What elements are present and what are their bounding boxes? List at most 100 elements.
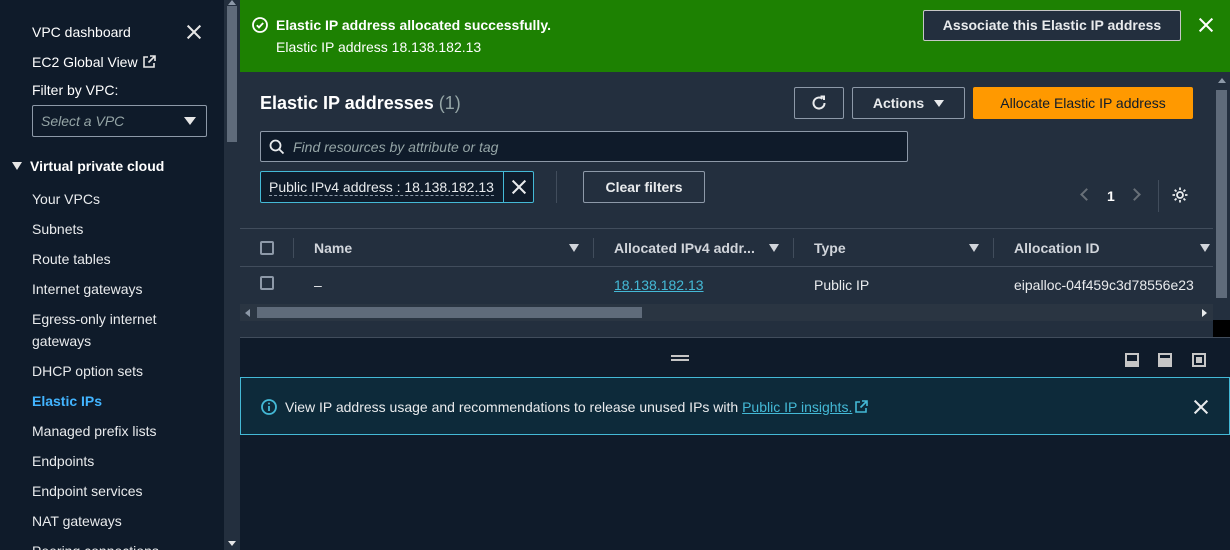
cell-name: –	[314, 277, 322, 293]
table-horizontal-scrollbar[interactable]	[240, 304, 1213, 321]
success-check-icon	[252, 17, 268, 33]
close-sidebar-icon[interactable]	[186, 24, 202, 40]
search-icon	[269, 139, 285, 155]
page-title: Elastic IP addresses (1)	[260, 93, 461, 114]
sidebar-item-peering-connections[interactable]: Peering connections	[32, 540, 159, 550]
split-panel-bar	[240, 337, 1230, 377]
sort-icon[interactable]	[769, 244, 779, 252]
filter-token-divider	[503, 172, 504, 202]
sidebar-item-route-tables[interactable]: Route tables	[32, 248, 111, 270]
cell-allocation-id: eipalloc-04f459c3d78556e23	[1014, 277, 1194, 293]
remove-filter-icon[interactable]	[512, 180, 526, 194]
sidebar-item-vpc-dashboard[interactable]: VPC dashboard	[32, 22, 131, 42]
sort-icon[interactable]	[569, 244, 579, 252]
caret-down-icon	[934, 100, 945, 107]
table-header: Name Allocated IPv4 addr... Type Allocat…	[240, 228, 1213, 267]
scroll-right-icon[interactable]	[1202, 309, 1207, 317]
refresh-button[interactable]	[794, 87, 844, 119]
sidebar-item-elastic-ips[interactable]: Elastic IPs	[32, 390, 102, 412]
cell-type: Public IP	[814, 277, 870, 293]
split-bottom-icon[interactable]	[1125, 353, 1139, 367]
scroll-up-icon[interactable]	[1218, 78, 1226, 83]
success-flash-banner: Elastic IP address allocated successfull…	[240, 0, 1230, 72]
panel-vertical-scrollbar[interactable]	[1213, 72, 1230, 304]
info-banner-message: View IP address usage and recommendation…	[285, 399, 739, 415]
table-row[interactable]: – 18.138.182.13 Public IP eipalloc-04f45…	[240, 267, 1213, 303]
divider	[556, 171, 557, 203]
associate-elastic-ip-button[interactable]: Associate this Elastic IP address	[923, 10, 1181, 41]
scroll-left-icon[interactable]	[245, 309, 250, 317]
section-title: Virtual private cloud	[30, 158, 165, 174]
actions-label: Actions	[872, 95, 925, 111]
external-link-icon[interactable]	[854, 400, 869, 414]
scroll-up-icon[interactable]	[228, 0, 236, 5]
sidebar-item-managed-prefix-lists[interactable]: Managed prefix lists	[32, 420, 157, 442]
column-divider	[793, 238, 794, 258]
info-banner: View IP address usage and recommendation…	[240, 377, 1230, 435]
resize-handle-icon[interactable]	[671, 355, 689, 361]
split-full-icon[interactable]	[1192, 353, 1206, 367]
column-divider	[593, 238, 594, 258]
sidebar-item-egress-only-internet-gateways[interactable]: Egress-only internet	[32, 308, 157, 330]
caret-down-icon	[12, 162, 22, 170]
divider	[1158, 180, 1159, 212]
vpc-filter-select[interactable]: Select a VPC	[32, 105, 207, 137]
settings-gear-icon[interactable]	[1171, 186, 1189, 204]
section-virtual-private-cloud[interactable]: Virtual private cloud	[12, 158, 164, 174]
column-header-allocated-ipv4[interactable]: Allocated IPv4 addr...	[614, 240, 755, 256]
cell-allocated-ip-link[interactable]: 18.138.182.13	[614, 277, 704, 293]
next-page-icon[interactable]	[1128, 188, 1141, 201]
sidebar-scrollbar[interactable]	[224, 0, 240, 550]
column-divider	[993, 238, 994, 258]
public-ip-insights-link[interactable]: Public IP insights.	[742, 399, 852, 415]
sort-icon[interactable]	[1200, 244, 1210, 252]
flash-title: Elastic IP address allocated successfull…	[276, 17, 551, 33]
info-banner-text: View IP address usage and recommendation…	[285, 399, 869, 415]
sidebar-item-ec2-global-view[interactable]: EC2 Global View	[32, 52, 156, 72]
row-checkbox[interactable]	[260, 276, 274, 290]
external-link-icon	[142, 55, 156, 68]
close-flash-icon[interactable]	[1198, 17, 1214, 33]
column-header-name[interactable]: Name	[314, 240, 352, 256]
vertical-scroll-thumb[interactable]	[1216, 90, 1227, 298]
sidebar: VPC dashboard EC2 Global View Filter by …	[0, 0, 224, 550]
main-content: Elastic IP address allocated successfull…	[240, 0, 1230, 550]
refresh-icon	[812, 95, 826, 110]
page-title-text: Elastic IP addresses	[260, 93, 434, 113]
column-header-type[interactable]: Type	[814, 240, 846, 256]
sidebar-item-endpoint-services[interactable]: Endpoint services	[32, 480, 143, 502]
scroll-down-icon[interactable]	[228, 541, 236, 546]
flash-message: Elastic IP address 18.138.182.13	[276, 39, 482, 55]
split-side-icon[interactable]	[1158, 353, 1172, 367]
filter-token[interactable]: Public IPv4 address : 18.138.182.13	[260, 171, 534, 203]
filter-token-label: Public IPv4 address : 18.138.182.13	[269, 179, 494, 196]
sidebar-item-internet-gateways[interactable]: Internet gateways	[32, 278, 143, 300]
sidebar-item-endpoints[interactable]: Endpoints	[32, 450, 94, 472]
info-icon	[261, 399, 277, 415]
close-info-banner-icon[interactable]	[1193, 399, 1209, 415]
sidebar-item-egress-only-internet-gateways-line2[interactable]: gateways	[32, 330, 91, 352]
resource-count: (1)	[438, 93, 461, 113]
sidebar-scroll-thumb[interactable]	[227, 6, 237, 142]
search-input[interactable]: Find resources by attribute or tag	[260, 131, 908, 162]
allocate-elastic-ip-button[interactable]: Allocate Elastic IP address	[973, 87, 1193, 119]
search-placeholder: Find resources by attribute or tag	[293, 139, 499, 155]
sort-icon[interactable]	[969, 244, 979, 252]
scroll-corner	[1213, 320, 1230, 337]
vpc-filter-placeholder: Select a VPC	[41, 113, 125, 129]
actions-dropdown-button[interactable]: Actions	[852, 87, 965, 119]
previous-page-icon[interactable]	[1080, 188, 1093, 201]
sidebar-item-label: EC2 Global View	[32, 54, 138, 70]
sidebar-item-nat-gateways[interactable]: NAT gateways	[32, 510, 122, 532]
clear-filters-button[interactable]: Clear filters	[583, 171, 705, 203]
select-all-checkbox[interactable]	[260, 241, 274, 255]
horizontal-scroll-thumb[interactable]	[257, 307, 642, 318]
sidebar-item-subnets[interactable]: Subnets	[32, 218, 83, 240]
sidebar-item-your-vpcs[interactable]: Your VPCs	[32, 188, 100, 210]
current-page-number[interactable]: 1	[1107, 188, 1115, 204]
filter-by-vpc-label: Filter by VPC:	[32, 82, 119, 98]
elastic-ip-table-panel: Elastic IP addresses (1) Actions Allocat…	[240, 72, 1230, 337]
sidebar-item-dhcp-option-sets[interactable]: DHCP option sets	[32, 360, 143, 382]
caret-down-icon	[184, 117, 196, 125]
column-header-allocation-id[interactable]: Allocation ID	[1014, 240, 1100, 256]
